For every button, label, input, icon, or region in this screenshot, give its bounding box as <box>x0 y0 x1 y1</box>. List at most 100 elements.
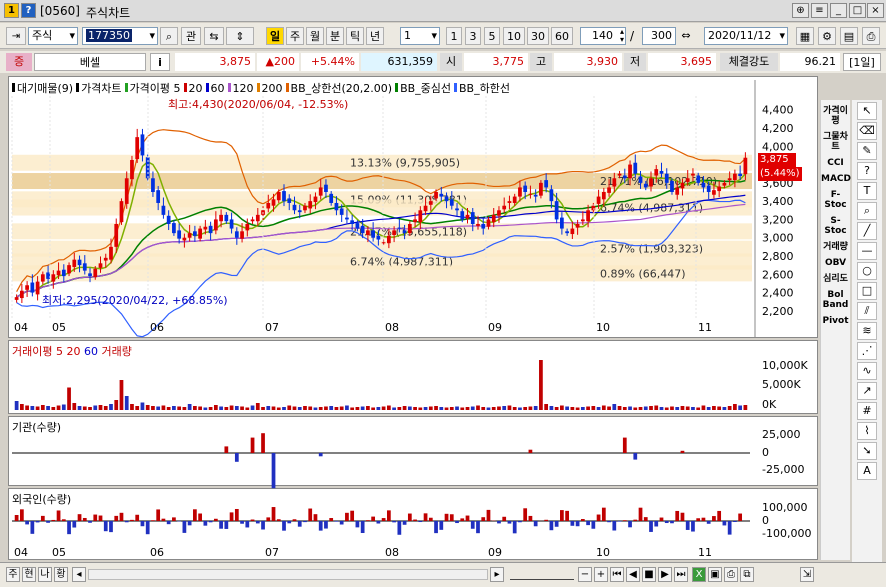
candle-body <box>19 290 24 299</box>
excel-icon[interactable]: X <box>692 567 706 582</box>
foreign-bar <box>497 521 501 524</box>
foreign-bar <box>198 513 202 521</box>
legend-item[interactable]: 가격차트 <box>76 82 122 95</box>
volume-bar <box>544 404 549 410</box>
stop-icon[interactable]: ■ <box>642 567 656 582</box>
candle-body <box>103 257 108 261</box>
volume-bar <box>308 406 313 410</box>
candle-body <box>345 217 349 220</box>
channel-icon[interactable]: ⫽ <box>857 302 877 320</box>
overhang-label: 0.89% (66,447) <box>600 267 686 280</box>
scroll-right-icon[interactable]: ▸ <box>490 567 504 582</box>
legend-item[interactable]: 60 <box>205 82 225 95</box>
foreign-bar <box>628 521 632 528</box>
legend-item[interactable]: 대기매물(9) <box>12 82 73 95</box>
indicator-button[interactable]: 가격이평 <box>821 106 850 126</box>
volume-bar <box>491 407 496 410</box>
legend-item[interactable]: 200 <box>256 82 283 95</box>
wave-icon[interactable]: ∿ <box>857 362 877 380</box>
hline-icon[interactable]: — <box>857 242 877 260</box>
auto-icon[interactable]: A <box>857 462 877 480</box>
indicator-button[interactable]: 그물차트 <box>821 132 850 152</box>
tab-ju[interactable]: 주 <box>6 567 20 582</box>
axes: 4,4004,2004,0003,8003,6003,4003,2003,000… <box>11 80 794 559</box>
candle-body <box>407 224 412 234</box>
candle-body <box>612 178 617 187</box>
arrow-icon[interactable]: ➘ <box>857 442 877 460</box>
indicator-button[interactable]: OBV <box>821 258 850 268</box>
first-icon[interactable]: ⏮ <box>610 567 624 582</box>
pen-icon[interactable]: ✎ <box>857 142 877 160</box>
image-icon[interactable]: ▣ <box>708 567 722 582</box>
gann-icon[interactable]: ⋰ <box>857 342 877 360</box>
zoom-in-icon[interactable]: + <box>594 567 608 582</box>
candle-body <box>560 217 564 229</box>
prev-icon[interactable]: ◀ <box>626 567 640 582</box>
text-icon[interactable]: T <box>857 182 877 200</box>
foreign-bar <box>261 521 265 530</box>
foreign-bar <box>46 521 50 523</box>
legend-item[interactable]: BB_상한선(20,2.00) <box>285 82 392 95</box>
legend-item[interactable]: 20 <box>183 82 203 95</box>
volume-bar <box>601 405 606 410</box>
cursor-icon[interactable]: ↖ <box>857 102 877 120</box>
volume-bar <box>161 405 166 410</box>
indicator-button[interactable]: MACD <box>821 174 851 184</box>
overhang-label: 13.13% (9,755,905) <box>350 157 460 170</box>
indicator-button[interactable]: Bol Band <box>821 290 850 310</box>
legend-item[interactable]: 120 <box>227 82 254 95</box>
tab-na[interactable]: 나 <box>38 567 52 582</box>
foreign-bar <box>40 515 45 521</box>
volume-bar <box>177 406 182 410</box>
candle-body <box>266 202 271 209</box>
indicator-button[interactable]: F-Stoc <box>821 190 850 210</box>
indicator-button[interactable]: 거래량 <box>821 242 850 252</box>
volume-bar <box>371 407 376 410</box>
magnifier-icon[interactable]: ⌕ <box>857 202 877 220</box>
next-icon[interactable]: ▶ <box>658 567 672 582</box>
scroll-left-icon[interactable]: ◂ <box>72 567 86 582</box>
rect-icon[interactable]: □ <box>857 282 877 300</box>
zoom-out-icon[interactable]: − <box>578 567 592 582</box>
indicator-button[interactable]: 심리도 <box>821 274 850 284</box>
question-icon[interactable]: ? <box>857 162 877 180</box>
foreign-bar <box>413 519 417 521</box>
line-icon[interactable]: ╱ <box>857 222 877 240</box>
eraser-icon[interactable]: ⌫ <box>857 122 877 140</box>
candle-body <box>371 230 376 238</box>
volume-bar <box>565 406 569 410</box>
candle-body <box>617 173 622 176</box>
legend-item[interactable]: 가격이평 5 <box>124 82 181 95</box>
cycle-icon[interactable]: ⌇ <box>857 422 877 440</box>
grid-icon[interactable]: # <box>857 402 877 420</box>
candle-body <box>276 192 281 201</box>
circle-icon[interactable]: ○ <box>857 262 877 280</box>
tab-hwang[interactable]: 황 <box>54 567 68 582</box>
volume-bar <box>643 406 648 410</box>
copy-icon[interactable]: ⧉ <box>740 567 754 582</box>
candle-body <box>675 187 680 195</box>
legend-item[interactable]: BB_중심선 <box>395 82 451 95</box>
fibo-icon[interactable]: ≋ <box>857 322 877 340</box>
foreign-bar <box>738 513 743 521</box>
indicator-button[interactable]: S-Stoc <box>821 216 850 236</box>
foreign-bar <box>324 521 328 529</box>
expand-icon[interactable]: ⇲ <box>800 567 814 582</box>
print2-icon[interactable]: ⎙ <box>724 567 738 582</box>
foreign-bar <box>271 507 276 521</box>
last-icon[interactable]: ⏭ <box>674 567 688 582</box>
candle-body <box>130 160 134 180</box>
zoom-slider[interactable] <box>510 569 574 580</box>
candle-body <box>659 170 664 174</box>
volume-bar <box>198 406 202 410</box>
scrollbar[interactable] <box>88 569 488 580</box>
foreign-bar <box>130 519 134 521</box>
legend-item[interactable]: BB_하한선 <box>454 82 510 95</box>
volume-bar <box>297 407 302 410</box>
volume-bar <box>743 405 748 410</box>
tab-hyeon[interactable]: 현 <box>22 567 36 582</box>
indicator-button[interactable]: CCI <box>821 158 850 168</box>
candle-body <box>182 237 187 241</box>
indicator-button[interactable]: Pivot <box>821 316 850 326</box>
trend-icon[interactable]: ↗ <box>857 382 877 400</box>
